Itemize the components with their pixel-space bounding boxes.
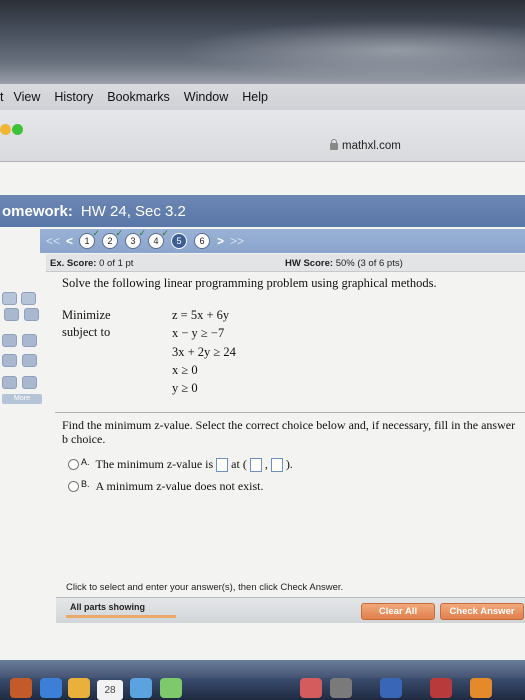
tool-subscript-icon[interactable]	[24, 308, 39, 321]
previous-question-button[interactable]: <	[66, 234, 73, 248]
choice-a-at-text: at (	[231, 457, 247, 471]
lock-icon	[330, 138, 338, 150]
screen-glare	[180, 20, 525, 80]
browser-toolbar	[0, 110, 525, 162]
choice-b-radio[interactable]	[68, 481, 79, 492]
tool-abs-value-icon[interactable]	[2, 334, 17, 347]
dock-shelf	[0, 660, 525, 678]
constraint-1: x − y ≥ −7	[172, 326, 225, 340]
homework-score: HW Score: 50% (3 of 6 pts)	[285, 258, 403, 269]
y-coordinate-input[interactable]	[270, 457, 283, 472]
tool-fraction-icon[interactable]	[2, 292, 17, 305]
tool-matrix-icon[interactable]	[22, 334, 37, 347]
question-navigator: << < 1 2 3 4 5 6 > >>	[40, 228, 525, 253]
question-3-button[interactable]: 3	[125, 228, 146, 249]
choice-a-letter: A.	[81, 456, 90, 467]
url-text: mathxl.com	[342, 140, 401, 152]
menu-help[interactable]: Help	[242, 90, 268, 104]
minimize-window-button[interactable]	[0, 124, 11, 135]
objective-function: z = 5x + 6y	[172, 308, 230, 322]
dock-app-icon[interactable]	[10, 678, 32, 698]
choice-b[interactable]: B. A minimum z-value does not exist.	[68, 479, 264, 494]
x-coordinate-input[interactable]	[249, 457, 262, 472]
constraint-4: y ≥ 0	[172, 381, 198, 395]
question-1-button[interactable]: 1	[79, 228, 100, 249]
menu-bookmarks[interactable]: Bookmarks	[107, 90, 170, 104]
score-bar: Ex. Score: 0 of 1 pt HW Score: 50% (3 of…	[46, 254, 525, 272]
exercise-score: Ex. Score: 0 of 1 pt	[50, 258, 134, 269]
tool-interval-icon[interactable]	[22, 376, 37, 389]
min-z-value-input[interactable]	[216, 457, 229, 472]
section-divider	[55, 412, 525, 413]
parts-progress-bar	[66, 615, 176, 618]
homework-header: omework: HW 24, Sec 3.2	[0, 195, 525, 227]
constraint-3: x ≥ 0	[172, 363, 198, 377]
dock-app-icon[interactable]	[470, 678, 492, 698]
clear-all-button[interactable]: Clear All	[361, 603, 435, 620]
choice-a-radio[interactable]	[68, 459, 79, 470]
constraint-2: 3x + 2y ≥ 24	[172, 345, 236, 359]
check-answer-button[interactable]: Check Answer	[440, 603, 524, 620]
choice-b-text: A minimum z-value does not exist.	[95, 479, 264, 493]
tool-sqrt-icon[interactable]	[2, 354, 17, 367]
last-question-button[interactable]: >>	[230, 234, 244, 248]
menu-history[interactable]: History	[54, 90, 93, 104]
question-5-button[interactable]: 5	[171, 233, 188, 249]
instruction-text: Find the minimum z-value. Select the cor…	[62, 418, 516, 446]
question-prompt: Solve the following linear programming p…	[62, 276, 437, 290]
dock-app-icon[interactable]	[130, 678, 152, 698]
question-6-button[interactable]: 6	[194, 233, 211, 249]
menu-bar: t View History Bookmarks Window Help	[0, 84, 525, 110]
tool-nth-root-icon[interactable]	[22, 354, 37, 367]
choice-a-text: The minimum z-value is	[95, 457, 214, 471]
subject-to-label: subject to	[62, 325, 111, 339]
homework-label: omework:	[2, 202, 73, 220]
dock-app-icon[interactable]	[160, 678, 182, 698]
first-question-button[interactable]: <<	[46, 234, 60, 248]
question-4-button[interactable]: 4	[148, 228, 169, 249]
minimize-label: Minimize	[62, 308, 111, 322]
zoom-window-button[interactable]	[12, 124, 23, 135]
answer-hint: Click to select and enter your answer(s)…	[66, 582, 344, 593]
tool-paren-icon[interactable]	[2, 376, 17, 389]
choice-a[interactable]: A. The minimum z-value is at ( , ).	[68, 457, 293, 472]
choice-a-comma: ,	[264, 457, 268, 471]
tool-exponent-icon[interactable]	[4, 308, 19, 321]
homework-title: HW 24, Sec 3.2	[80, 202, 186, 220]
dock-app-icon[interactable]	[300, 678, 322, 698]
dock-calendar-icon[interactable]: 28	[97, 680, 123, 700]
menu-window[interactable]: Window	[184, 90, 228, 104]
all-parts-showing: All parts showing	[70, 602, 146, 612]
choice-a-close: ).	[285, 457, 293, 471]
menu-edit[interactable]: t	[0, 90, 3, 104]
dock-app-icon[interactable]	[40, 678, 62, 698]
address-bar[interactable]: mathxl.com	[330, 138, 401, 152]
dock-app-icon[interactable]	[330, 678, 352, 698]
menu-view[interactable]: View	[13, 90, 40, 104]
next-question-button[interactable]: >	[217, 234, 224, 248]
dock-app-icon[interactable]	[430, 678, 452, 698]
dock-app-icon[interactable]	[380, 678, 402, 698]
more-tools-button[interactable]: More	[2, 394, 42, 404]
answer-footer: All parts showing Clear All Check Answer	[56, 597, 525, 623]
dock-app-icon[interactable]	[68, 678, 90, 698]
question-2-button[interactable]: 2	[102, 228, 123, 249]
choice-b-letter: B.	[81, 478, 90, 489]
tool-mixed-fraction-icon[interactable]	[21, 292, 36, 305]
